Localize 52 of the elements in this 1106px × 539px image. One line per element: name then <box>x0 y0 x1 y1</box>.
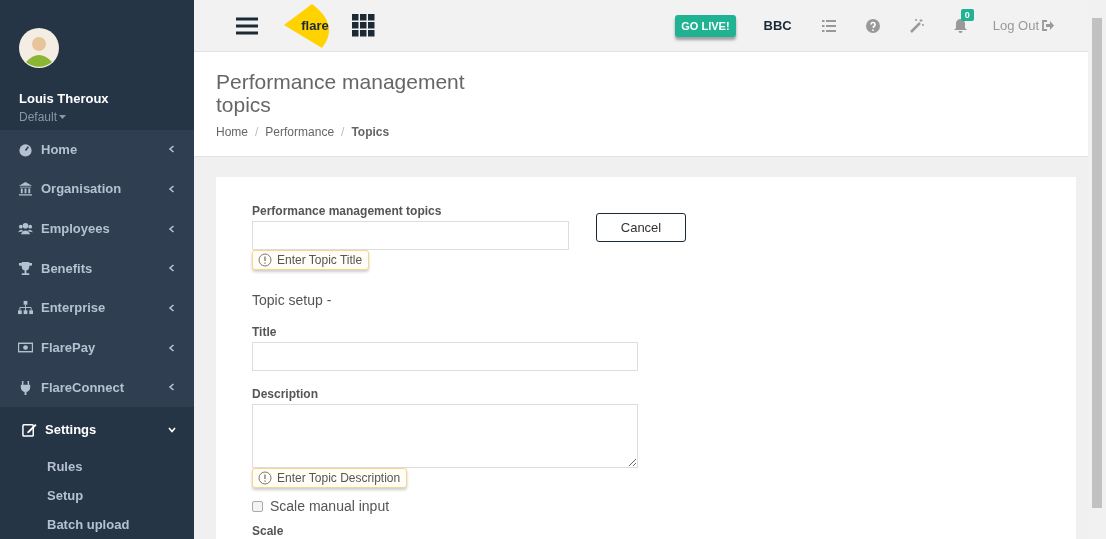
nav-subitem[interactable]: Rules <box>0 452 194 481</box>
edit-icon <box>22 422 37 437</box>
cancel-button[interactable]: Cancel <box>596 213 686 242</box>
nav-item[interactable]: Home <box>0 129 194 170</box>
textarea-field[interactable] <box>252 404 638 468</box>
input-field[interactable] <box>252 221 569 250</box>
validation-tooltip: Enter Topic Title <box>252 250 370 270</box>
breadcrumb-link[interactable]: Performance <box>265 125 335 139</box>
page-title: Performance management topics <box>216 70 466 116</box>
nav-item[interactable]: Settings <box>0 407 194 452</box>
sign-out-icon <box>1042 20 1054 31</box>
exclamation-icon <box>258 253 272 267</box>
trophy-icon <box>18 260 33 276</box>
field-label: Scale <box>252 524 284 538</box>
bell-icon[interactable] <box>953 18 967 33</box>
field-label: Title <box>252 325 277 339</box>
validation-tooltip: Enter Topic Description <box>252 468 408 488</box>
section-heading: Topic setup - <box>252 292 332 308</box>
nav-item[interactable]: FlarePay <box>0 327 194 368</box>
checkbox-label: Scale manual input <box>270 498 390 514</box>
gauge-icon <box>18 141 33 157</box>
field-label: Performance management topics <box>252 204 442 218</box>
sitemap-icon <box>18 300 33 316</box>
checkbox[interactable] <box>252 500 263 512</box>
breadcrumb-separator: / <box>255 125 259 139</box>
nav-subitem[interactable]: Batch upload <box>0 510 194 539</box>
user-name: Louis Theroux <box>19 91 109 106</box>
breadcrumb-link[interactable]: Topics <box>351 125 390 139</box>
nav-item[interactable]: Employees <box>0 208 194 249</box>
field-label: Description <box>252 387 318 401</box>
exclamation-icon <box>258 471 272 485</box>
company-name[interactable]: BBC <box>763 18 792 33</box>
magic-wand-icon[interactable] <box>909 18 924 33</box>
help-icon[interactable] <box>865 18 880 33</box>
list-icon[interactable] <box>821 18 836 33</box>
breadcrumb-link[interactable]: Home <box>216 125 248 139</box>
caret-icon <box>59 115 67 119</box>
bank-icon <box>18 181 33 197</box>
nav-item[interactable]: FlareConnect <box>0 367 194 407</box>
breadcrumb-separator: / <box>341 125 345 139</box>
plug-icon <box>18 379 33 395</box>
nav-item[interactable]: Organisation <box>0 169 194 209</box>
nav-subitem[interactable]: Setup <box>0 481 194 510</box>
nav-item[interactable]: Enterprise <box>0 288 194 328</box>
users-icon <box>18 221 33 237</box>
notification-badge: 0 <box>960 8 974 21</box>
nav-item[interactable]: Benefits <box>0 248 194 289</box>
role-dropdown[interactable]: Default <box>19 110 67 124</box>
input-field[interactable] <box>252 342 638 371</box>
menu-icon[interactable] <box>236 16 258 35</box>
apps-grid-icon[interactable] <box>352 14 375 37</box>
avatar <box>19 28 59 68</box>
